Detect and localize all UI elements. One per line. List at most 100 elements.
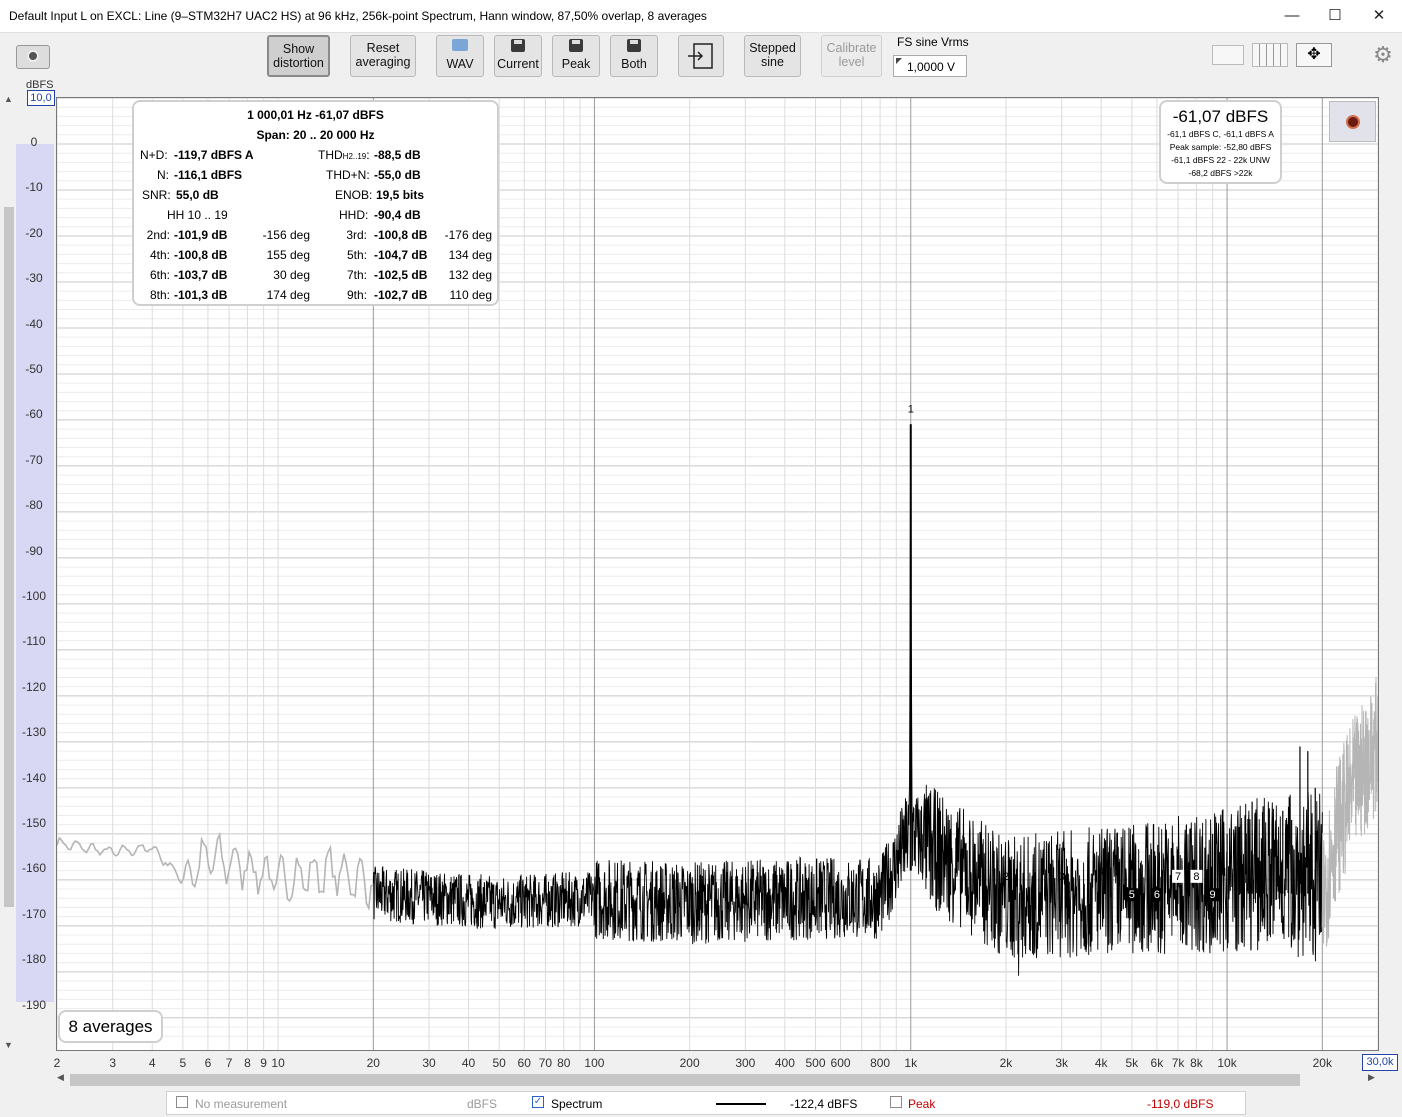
x-tick-label: 70 <box>538 1056 553 1070</box>
thd-label-text: THD <box>318 148 343 162</box>
peak-checkbox[interactable] <box>890 1096 902 1108</box>
y-tick-label: -10 <box>25 180 43 195</box>
x-tick-label: 60 <box>517 1056 531 1070</box>
harmonic-cell: 8th: <box>149 288 170 302</box>
x-tick-label: 6k <box>1150 1056 1164 1070</box>
no-measurement-label: No measurement <box>195 1097 288 1111</box>
thd-label-colon: : <box>366 148 370 162</box>
fundamental-readout: 1 000,01 Hz -61,07 dBFS <box>247 108 384 122</box>
harmonic-cell: 4th: <box>149 248 170 262</box>
minimize-button[interactable]: — <box>1270 0 1314 32</box>
harmonic-cell: -101,3 dB <box>174 288 228 302</box>
reset-averaging-line1: Reset <box>366 41 400 55</box>
show-distortion-button[interactable]: Show distortion <box>267 35 330 77</box>
record-button[interactable] <box>1329 101 1376 142</box>
stepped-sine-button[interactable]: Stepped sine <box>744 35 801 77</box>
x-tick-label: 3k <box>1055 1056 1069 1070</box>
harmonic-cell: -176 deg <box>444 228 492 242</box>
y-tick-label: -100 <box>21 589 47 603</box>
y-tick-label: -70 <box>25 452 43 467</box>
spectrum-checkbox[interactable]: ✓ <box>532 1096 544 1108</box>
x-tick-label: 20k <box>1312 1056 1332 1070</box>
vertical-scrollbar-thumb[interactable] <box>4 207 14 907</box>
harmonic-cell: 110 deg <box>449 288 493 302</box>
y-tick-label: -50 <box>25 362 43 376</box>
x-tick-label: 800 <box>870 1056 891 1070</box>
save-peak-button[interactable]: Peak <box>552 35 600 77</box>
x-tick-label: 50 <box>492 1056 506 1070</box>
harmonic-cell: 6th: <box>149 268 170 282</box>
snr-label: SNR: <box>142 188 171 202</box>
y-tick-label: -60 <box>25 407 43 422</box>
level-meter-panel: -61,07 dBFS -61,1 dBFS C, -61,1 dBFS A P… <box>1159 100 1282 184</box>
peak-label: Peak <box>908 1097 936 1111</box>
single-graph-view-icon[interactable] <box>1212 45 1244 65</box>
fs-sine-value: 1,0000 V <box>907 60 956 74</box>
x-tick-label: 400 <box>774 1056 795 1070</box>
no-measurement-unit: dBFS <box>467 1097 498 1111</box>
x-tick-label: 10 <box>271 1056 285 1070</box>
x-tick-label: 4k <box>1094 1056 1108 1070</box>
current-label: Current <box>497 57 539 71</box>
no-measurement-checkbox[interactable] <box>176 1096 188 1108</box>
camera-icon[interactable] <box>16 45 50 69</box>
scroll-down-arrow-icon[interactable]: ▼ <box>4 1040 13 1050</box>
scroll-up-arrow-icon[interactable]: ▲ <box>4 94 13 104</box>
y-tick-label: -190 <box>21 997 47 1012</box>
calibrate-level-button[interactable]: Calibrate level <box>821 35 882 77</box>
y-tick-label: -80 <box>25 498 43 513</box>
x-tick-label: 7k <box>1171 1056 1185 1070</box>
x-tick-label: 5k <box>1125 1056 1139 1070</box>
save-icon <box>627 39 641 52</box>
save-current-button[interactable]: Current <box>494 35 542 77</box>
n-label: N: <box>157 168 169 182</box>
harmonic-cell: 134 deg <box>448 248 492 262</box>
x-tick-label: 30 <box>422 1056 436 1070</box>
snr-value: 55,0 dB <box>176 188 219 202</box>
harmonic-cell: -104,7 dB <box>374 248 428 262</box>
x-tick-label: 200 <box>679 1056 700 1070</box>
harmonic-cell: 3rd: <box>346 228 367 242</box>
harmonic-cell: -100,8 dB <box>174 248 228 262</box>
maximize-button[interactable]: ☐ <box>1313 0 1357 32</box>
record-icon <box>1346 115 1360 129</box>
peak-label: Peak <box>561 57 591 71</box>
horizontal-scrollbar-thumb[interactable] <box>70 1074 1300 1086</box>
y-tick-label: -120 <box>21 679 47 694</box>
thd-label: THDH2..19: <box>318 148 370 162</box>
wav-button[interactable]: WAV <box>436 35 484 77</box>
level-line-2: Peak sample: -52,80 dBFS <box>1169 142 1272 152</box>
thd-value: -88,5 dB <box>374 148 421 162</box>
harmonic-cell: 7th: <box>346 268 367 282</box>
spinner-icon <box>896 58 902 64</box>
export-button[interactable] <box>678 35 724 77</box>
spectrum-line-swatch <box>716 1103 766 1105</box>
save-both-button[interactable]: Both <box>610 35 658 77</box>
save-icon <box>511 39 525 52</box>
nd-value: -119,7 dBFS A <box>174 148 254 162</box>
reset-averaging-line2: averaging <box>355 55 411 69</box>
y-tick-label: -140 <box>21 770 47 785</box>
fs-sine-input[interactable]: 1,0000 V <box>893 55 967 77</box>
harmonic-cell: -102,7 dB <box>374 288 428 302</box>
gear-icon[interactable]: ⚙ <box>1371 43 1395 67</box>
y-axis-max-input[interactable]: 10,0 <box>27 90 55 106</box>
folder-icon <box>452 39 468 51</box>
both-label: Both <box>621 57 647 71</box>
harmonic-marker-8: 8 <box>1193 871 1199 883</box>
x-tick-label: 8k <box>1190 1056 1203 1070</box>
move-arrows-icon[interactable]: ✥ <box>1296 43 1332 67</box>
n-value: -116,1 dBFS <box>174 168 243 182</box>
reset-averaging-button[interactable]: Reset averaging <box>350 35 416 77</box>
close-button[interactable]: ✕ <box>1357 0 1401 32</box>
thd-label-sub: H2..19 <box>342 152 367 161</box>
y-tick-label: -110 <box>22 634 46 649</box>
scroll-left-arrow-icon[interactable]: ◀ <box>57 1072 64 1083</box>
x-tick-label: 500 <box>805 1056 826 1070</box>
multi-graph-view-icon[interactable] <box>1252 43 1288 67</box>
x-axis-max-input[interactable]: 30,0k <box>1362 1054 1398 1071</box>
harmonic-cell: -103,7 dB <box>174 268 228 282</box>
x-tick-label: 10k <box>1217 1056 1237 1070</box>
x-tick-label: 80 <box>557 1056 571 1070</box>
scroll-right-arrow-icon[interactable]: ▶ <box>1368 1072 1375 1083</box>
